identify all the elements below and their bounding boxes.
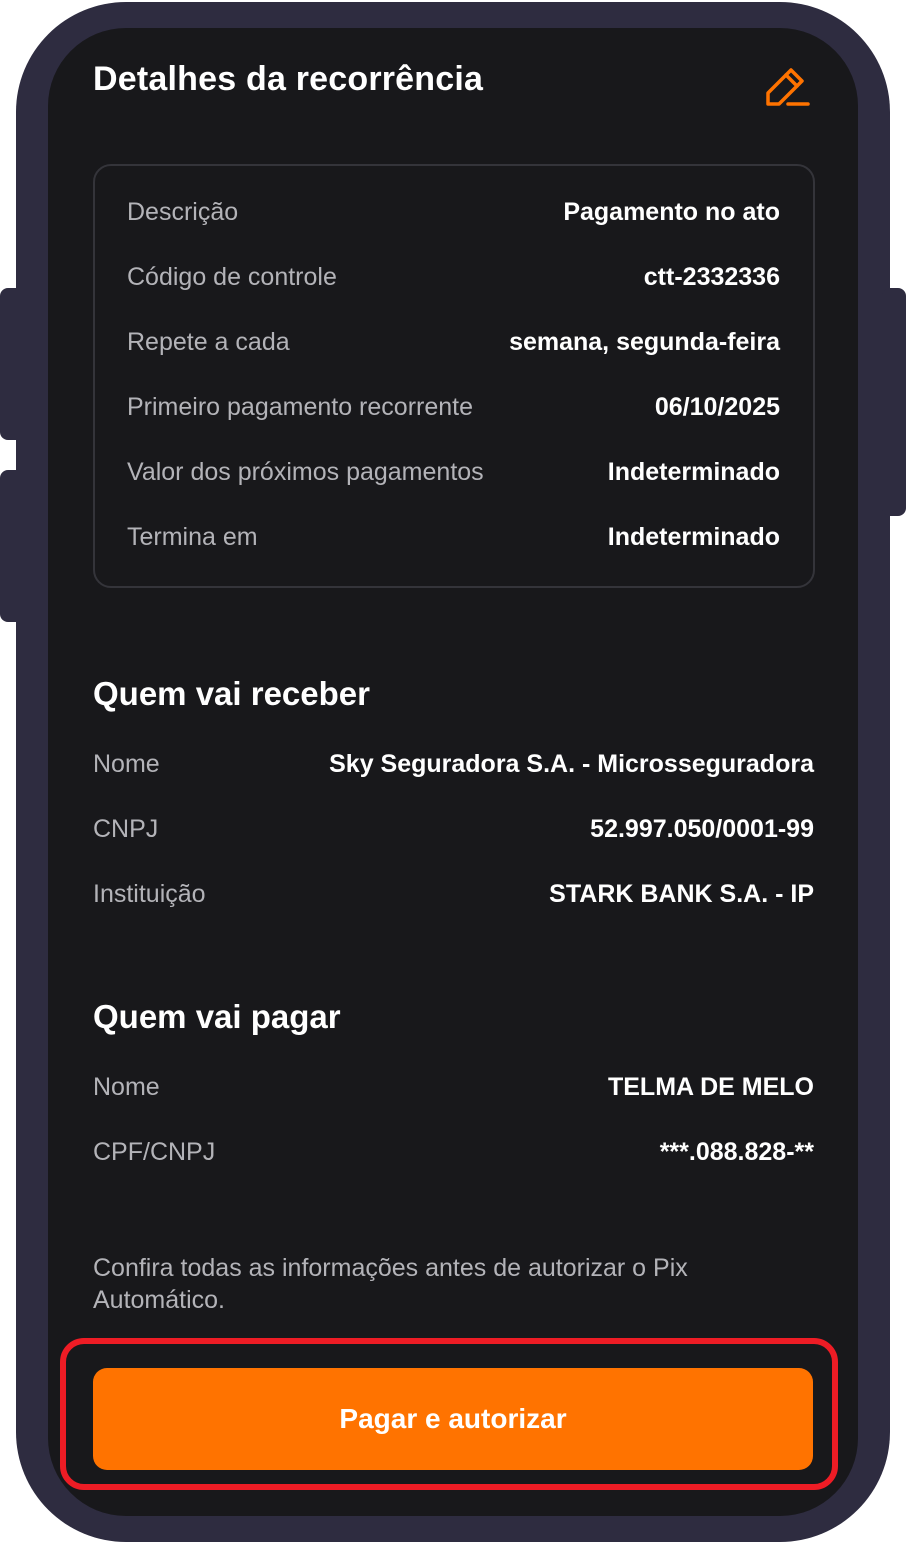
receiver-label-nome: Nome bbox=[93, 750, 160, 778]
payer-value-cpf-cnpj: ***.088.828-** bbox=[659, 1138, 814, 1166]
receiver-label-cnpj: CNPJ bbox=[93, 815, 159, 843]
volume-up-button bbox=[0, 288, 24, 440]
volume-down-button bbox=[0, 470, 24, 622]
receiver-value-instituicao: STARK BANK S.A. - IP bbox=[549, 880, 814, 908]
receiver-value-cnpj: 52.997.050/0001-99 bbox=[590, 815, 814, 843]
row-value-valor-proximos: Indeterminado bbox=[607, 458, 780, 486]
page-title: Detalhes da recorrência bbox=[93, 60, 484, 98]
power-button bbox=[882, 288, 906, 516]
row-label-repete: Repete a cada bbox=[127, 328, 290, 356]
receiver-label-instituicao: Instituição bbox=[93, 880, 206, 908]
pay-and-authorize-button[interactable]: Pagar e autorizar bbox=[93, 1368, 813, 1470]
payer-label-cpf-cnpj: CPF/CNPJ bbox=[93, 1138, 216, 1166]
pencil-icon[interactable] bbox=[762, 62, 812, 112]
payer-section-title: Quem vai pagar bbox=[93, 998, 341, 1035]
row-value-codigo-controle: ctt-2332336 bbox=[643, 263, 780, 291]
receiver-section-title: Quem vai receber bbox=[93, 675, 370, 712]
row-value-termina-em: Indeterminado bbox=[607, 523, 780, 551]
row-value-repete: semana, segunda-feira bbox=[509, 328, 780, 356]
receiver-value-nome: Sky Seguradora S.A. - Microsseguradora bbox=[329, 750, 814, 778]
row-label-primeiro-pagamento: Primeiro pagamento recorrente bbox=[127, 393, 473, 421]
payer-value-nome: TELMA DE MELO bbox=[607, 1073, 814, 1101]
row-value-descricao: Pagamento no ato bbox=[563, 198, 780, 226]
app-screen: Detalhes da recorrência Descrição Pagame… bbox=[48, 28, 858, 1516]
row-label-valor-proximos: Valor dos próximos pagamentos bbox=[127, 458, 484, 486]
row-label-codigo-controle: Código de controle bbox=[127, 263, 337, 291]
row-label-termina-em: Termina em bbox=[127, 523, 258, 551]
confirmation-note: Confira todas as informações antes de au… bbox=[93, 1254, 688, 1314]
row-value-primeiro-pagamento: 06/10/2025 bbox=[654, 393, 780, 421]
payer-label-nome: Nome bbox=[93, 1073, 160, 1101]
row-label-descricao: Descrição bbox=[127, 198, 239, 226]
